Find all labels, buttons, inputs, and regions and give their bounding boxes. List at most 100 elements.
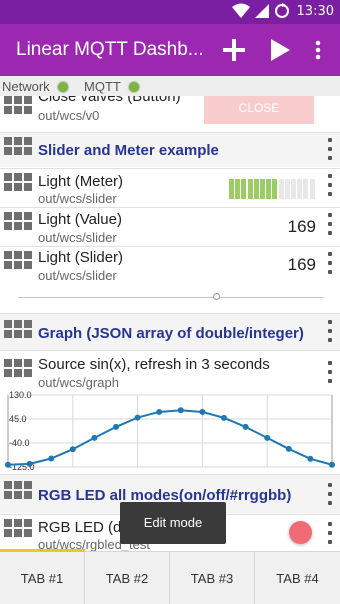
rgb-led-indicator[interactable]: [289, 521, 312, 544]
widget-light-slider: Light (Slider) out/wcs/slider 169: [0, 247, 340, 309]
app-bar: Linear MQTT Dashb...: [0, 24, 340, 76]
widget-light-meter: Light (Meter) out/wcs/slider: [0, 169, 340, 207]
graph-data-point: [221, 414, 227, 421]
mqtt-label: MQTT: [84, 79, 121, 94]
graph-data-point: [329, 461, 335, 468]
widget-menu-icon[interactable]: [326, 483, 334, 509]
widget-menu-icon[interactable]: [326, 213, 334, 239]
graph-y-tick-label: 45.0: [9, 414, 27, 424]
add-button[interactable]: [218, 34, 250, 66]
graph-data-point: [242, 423, 249, 430]
drag-handle-icon[interactable]: [4, 359, 34, 383]
drag-handle-icon[interactable]: [4, 96, 34, 120]
meter-segment: [278, 179, 284, 199]
meter-segment: [247, 179, 253, 199]
wifi-icon: [232, 3, 250, 18]
mqtt-status-indicator: [129, 82, 139, 92]
cellular-signal-icon: [255, 4, 269, 18]
meter-segment: [272, 179, 278, 199]
drag-handle-icon[interactable]: [4, 251, 34, 275]
play-icon: [271, 39, 290, 61]
graph-data-point: [113, 423, 119, 430]
widget-topic: out/wcs/slider: [38, 268, 117, 283]
graph-data-point: [134, 414, 141, 421]
graph-data-point: [48, 455, 55, 462]
group-header-slider-meter: Slider and Meter example: [0, 133, 340, 167]
graph-data-point: [26, 460, 33, 467]
light-meter-bar: [229, 179, 316, 199]
graph-y-tick-label: -40.0: [9, 438, 30, 448]
meter-segment: [260, 179, 265, 199]
widget-menu-icon[interactable]: [326, 361, 334, 387]
light-slider-knob[interactable]: [213, 293, 221, 300]
group-header-graph: Graph (JSON array of double/integer): [0, 314, 340, 350]
graph-data-point: [5, 461, 11, 468]
toast-message: Edit mode: [120, 502, 226, 544]
meter-segment: [297, 179, 303, 199]
network-label: Network: [2, 79, 50, 94]
tab-3[interactable]: TAB #3: [170, 552, 255, 604]
widget-menu-icon[interactable]: [326, 252, 334, 278]
status-bar: 13:30: [0, 0, 340, 24]
widget-topic: out/wcs/v0: [38, 108, 100, 123]
graph-data-point: [177, 407, 184, 414]
widget-value: 169: [287, 217, 316, 236]
widget-name: Source sin(x), refresh in 3 seconds: [38, 356, 270, 373]
widget-list[interactable]: Close valves (Button) out/wcs/v0 CLOSE S…: [0, 96, 340, 551]
tab-4[interactable]: TAB #4: [255, 552, 340, 604]
graph-data-point: [285, 445, 292, 452]
widget-graph: Source sin(x), refresh in 3 seconds out/…: [0, 351, 340, 473]
widget-topic: out/wcs/graph: [38, 375, 119, 390]
graph-y-tick-label: 130.0: [9, 391, 32, 400]
meter-segment: [266, 179, 272, 199]
drag-handle-icon[interactable]: [4, 320, 34, 344]
meter-segment: [303, 179, 309, 199]
widget-menu-icon[interactable]: [326, 522, 334, 548]
drag-handle-icon[interactable]: [4, 519, 34, 543]
graph-data-point: [199, 408, 206, 415]
clock: 13:30: [296, 4, 334, 19]
widget-light-value: Light (Value) out/wcs/slider 169: [0, 208, 340, 246]
meter-segment: [253, 179, 259, 199]
page-title: Linear MQTT Dashb...: [16, 39, 204, 60]
graph-data-point: [69, 446, 76, 453]
drag-handle-icon[interactable]: [4, 173, 34, 197]
meter-segment: [229, 179, 234, 199]
network-status-indicator: [58, 82, 68, 92]
meter-segment: [241, 179, 247, 199]
graph-data-point: [91, 434, 98, 441]
widget-menu-icon[interactable]: [326, 320, 334, 346]
meter-segment: [291, 179, 296, 199]
widget-value: 169: [287, 255, 316, 274]
drag-handle-icon[interactable]: [4, 212, 34, 236]
drag-handle-icon[interactable]: [4, 137, 34, 161]
add-icon: [223, 39, 245, 61]
overflow-menu-icon: [315, 40, 321, 60]
widget-menu-icon[interactable]: [326, 174, 334, 200]
drag-handle-icon[interactable]: [4, 481, 34, 505]
tab-bar: TAB #1 TAB #2 TAB #3 TAB #4: [0, 549, 340, 604]
meter-segment: [235, 179, 241, 199]
sine-graph: 130.045.0-40.0-125.0: [5, 391, 335, 471]
tab-2[interactable]: TAB #2: [85, 552, 170, 604]
light-slider-track[interactable]: [18, 297, 324, 298]
widget-topic: out/wcs/slider: [38, 230, 117, 245]
widget-name: Light (Slider): [38, 249, 124, 266]
group-title: Slider and Meter example: [38, 142, 219, 159]
graph-data-point: [156, 408, 163, 415]
graph-data-point: [307, 455, 314, 462]
graph-data-point: [264, 434, 271, 441]
close-valves-button[interactable]: CLOSE: [204, 96, 314, 124]
connection-status-bar: Network MQTT: [0, 76, 340, 96]
tab-1[interactable]: TAB #1: [0, 552, 85, 604]
widget-name: Light (Value): [38, 211, 122, 228]
sync-icon: [275, 3, 289, 18]
meter-segment: [284, 179, 290, 199]
widget-name: Light (Meter): [38, 173, 124, 190]
widget-menu-icon[interactable]: [326, 138, 334, 164]
widget-close-valves: Close valves (Button) out/wcs/v0 CLOSE: [0, 96, 340, 130]
meter-segment: [309, 179, 315, 199]
play-button[interactable]: [264, 34, 296, 66]
overflow-menu-button[interactable]: [306, 34, 330, 66]
group-title: Graph (JSON array of double/integer): [38, 325, 304, 342]
